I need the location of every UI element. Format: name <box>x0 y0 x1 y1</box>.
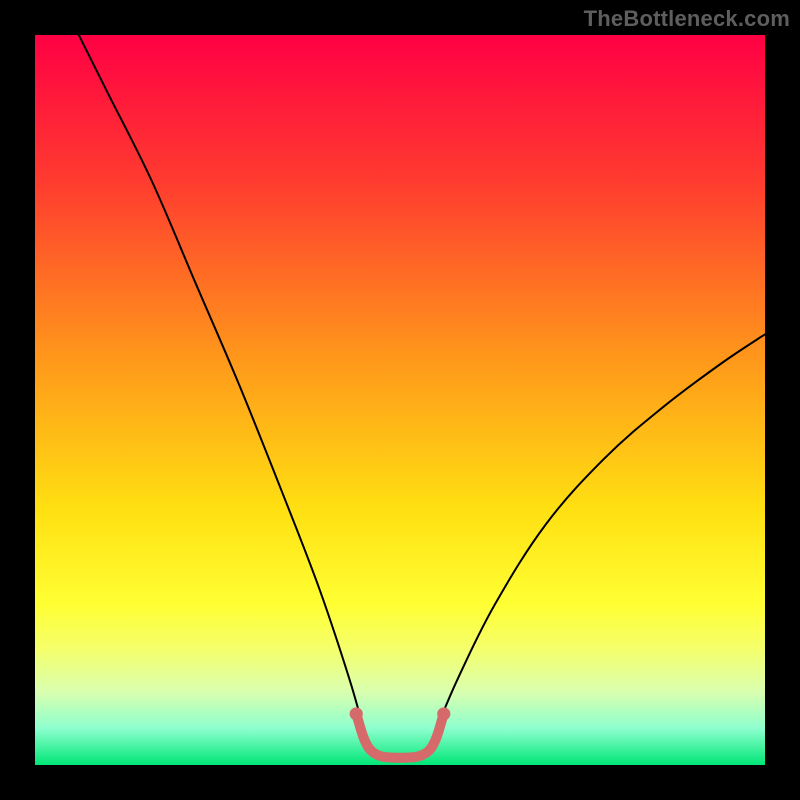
chart-svg <box>35 35 765 765</box>
watermark-text: TheBottleneck.com <box>584 6 790 32</box>
trough-endpoint <box>437 707 450 720</box>
chart-frame: TheBottleneck.com <box>0 0 800 800</box>
trough-endpoint <box>350 707 363 720</box>
chart-plot-area <box>35 35 765 765</box>
gradient-bg <box>35 35 765 765</box>
